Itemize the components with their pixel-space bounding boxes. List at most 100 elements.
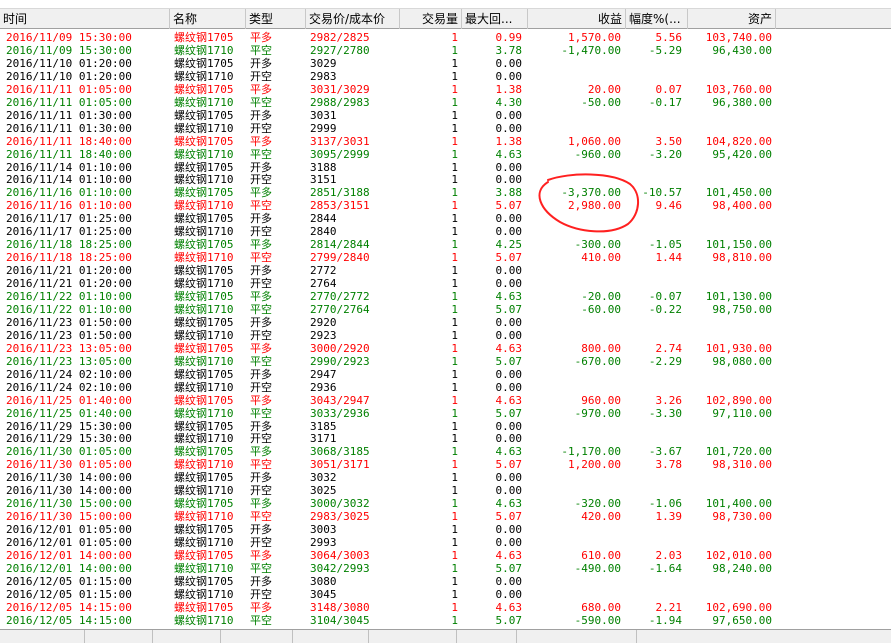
cell-type: 开空 xyxy=(250,277,272,291)
cell-pct xyxy=(626,316,682,329)
col-header-name[interactable]: 名称 xyxy=(170,9,246,29)
table-row[interactable]: 2016/11/16 01:10:00 螺纹钢1705 平多 2851/3188 1 3.… xyxy=(0,186,891,199)
table-row[interactable]: 2016/11/29 15:30:00 螺纹钢1710 开空 3171 1 0.00 xyxy=(0,432,891,445)
table-row[interactable]: 2016/11/23 01:50:00 螺纹钢1710 开空 2923 1 0.00 xyxy=(0,329,891,342)
table-row[interactable]: 2016/11/23 01:50:00 螺纹钢1705 开多 2920 1 0.00 xyxy=(0,316,891,329)
cell-asset xyxy=(688,471,772,484)
cell-asset: 102,690.00 xyxy=(705,600,772,614)
table-row[interactable]: 2016/11/23 13:05:00 螺纹钢1710 平空 2990/2923 1 5.… xyxy=(0,355,891,368)
cell-maxdd: 0.00 xyxy=(495,536,523,550)
table-row[interactable]: 2016/11/18 18:25:00 螺纹钢1710 平空 2799/2840 1 5.… xyxy=(0,251,891,264)
table-row[interactable]: 2016/11/09 15:30:00 螺纹钢1710 平空 2927/2780 1 3.… xyxy=(0,44,891,57)
table-row[interactable]: 2016/12/01 14:00:00 螺纹钢1705 平多 3064/3003 1 4.… xyxy=(0,549,891,562)
table-row[interactable]: 2016/12/01 01:05:00 螺纹钢1710 开空 2993 1 0.00 xyxy=(0,536,891,549)
table-row[interactable]: 2016/11/11 01:05:00 螺纹钢1705 平多 3031/3029 1 1.… xyxy=(0,83,891,96)
cell-price: 2799/2840 xyxy=(310,251,370,265)
table-row[interactable]: 2016/11/11 01:30:00 螺纹钢1705 开多 3031 1 0.00 xyxy=(0,109,891,122)
cell-pct: -0.22 xyxy=(648,302,682,316)
table-row[interactable]: 2016/11/22 01:10:00 螺纹钢1705 平多 2770/2772 1 4.… xyxy=(0,290,891,303)
table-row[interactable]: 2016/11/30 15:00:00 螺纹钢1705 平多 3000/3032 1 4.… xyxy=(0,497,891,510)
table-row[interactable]: 2016/11/11 01:05:00 螺纹钢1710 平空 2988/2983 1 4.… xyxy=(0,96,891,109)
cell-type: 平空 xyxy=(250,302,272,316)
table-row[interactable]: 2016/11/24 02:10:00 螺纹钢1705 开多 2947 1 0.00 xyxy=(0,368,891,381)
table-row[interactable]: 2016/11/11 01:30:00 螺纹钢1710 开空 2999 1 0.00 xyxy=(0,122,891,135)
table-row[interactable]: 2016/11/10 01:20:00 螺纹钢1705 开多 3029 1 0.00 xyxy=(0,57,891,70)
table-row[interactable]: 2016/12/05 01:15:00 螺纹钢1705 开多 3080 1 0.00 xyxy=(0,575,891,588)
cell-asset xyxy=(688,173,772,186)
table-row[interactable]: 2016/11/09 15:30:00 螺纹钢1705 平多 2982/2825 1 0.… xyxy=(0,31,891,44)
table-row[interactable]: 2016/11/10 01:20:00 螺纹钢1710 开空 2983 1 0.00 xyxy=(0,70,891,83)
table-row[interactable]: 2016/11/16 01:10:00 螺纹钢1710 平空 2853/3151 1 5.… xyxy=(0,199,891,212)
cell-type: 平多 xyxy=(250,31,272,44)
cell-price: 3064/3003 xyxy=(310,549,370,562)
table-row[interactable]: 2016/11/25 01:40:00 螺纹钢1710 平空 3033/2936 1 5.… xyxy=(0,407,891,420)
table-row[interactable]: 2016/11/25 01:40:00 螺纹钢1705 平多 3043/2947 1 4.… xyxy=(0,394,891,407)
col-header-asset[interactable]: 资产 xyxy=(688,9,776,29)
table-row[interactable]: 2016/11/30 14:00:00 螺纹钢1710 开空 3025 1 0.00 xyxy=(0,484,891,497)
cell-name: 螺纹钢1705 xyxy=(174,315,234,329)
cell-pct xyxy=(626,109,682,122)
table-row[interactable]: 2016/11/23 13:05:00 螺纹钢1705 平多 3000/2920 1 4.… xyxy=(0,342,891,355)
cell-time: 2016/11/14 01:10:00 xyxy=(6,173,132,187)
table-row[interactable]: 2016/12/01 01:05:00 螺纹钢1705 开多 3003 1 0.00 xyxy=(0,523,891,536)
cell-profit xyxy=(528,523,621,536)
cell-type: 平空 xyxy=(250,43,272,57)
table-row[interactable]: 2016/11/24 02:10:00 螺纹钢1710 开空 2936 1 0.00 xyxy=(0,381,891,394)
cell-pct xyxy=(626,264,682,277)
table-row[interactable]: 2016/11/21 01:20:00 螺纹钢1705 开多 2772 1 0.00 xyxy=(0,264,891,277)
table-row[interactable]: 2016/11/18 18:25:00 螺纹钢1705 平多 2814/2844 1 4.… xyxy=(0,238,891,251)
cell-time: 2016/11/11 01:05:00 xyxy=(6,82,132,96)
cell-price: 2853/3151 xyxy=(310,199,370,213)
cell-asset: 101,930.00 xyxy=(705,341,772,355)
cell-time: 2016/11/25 01:40:00 xyxy=(6,406,132,420)
cell-qty: 1 xyxy=(451,393,458,407)
table-row[interactable]: 2016/11/30 01:05:00 螺纹钢1710 平空 3051/3171 1 5.… xyxy=(0,458,891,471)
table-row[interactable]: 2016/12/05 01:15:00 螺纹钢1710 开空 3045 1 0.00 xyxy=(0,588,891,601)
table-row[interactable]: 2016/11/30 01:05:00 螺纹钢1705 平多 3068/3185 1 4.… xyxy=(0,445,891,458)
cell-price: 2840 xyxy=(310,225,337,239)
table-row[interactable]: 2016/11/17 01:25:00 螺纹钢1710 开空 2840 1 0.00 xyxy=(0,225,891,238)
column-header-row: 时间 名称 类型 交易价/成本价 交易量 最大回... 收益 幅度%(... 资… xyxy=(0,8,891,29)
table-row[interactable]: 2016/11/21 01:20:00 螺纹钢1710 开空 2764 1 0.00 xyxy=(0,277,891,290)
cell-qty: 1 xyxy=(451,497,458,511)
cell-name: 螺纹钢1705 xyxy=(174,497,234,511)
table-row[interactable]: 2016/12/05 14:15:00 螺纹钢1710 平空 3104/3045 1 5.… xyxy=(0,614,891,627)
cell-asset xyxy=(688,329,772,342)
horizontal-scrollbar[interactable] xyxy=(0,629,891,643)
col-header-percent[interactable]: 幅度%(... xyxy=(626,9,688,29)
col-header-qty[interactable]: 交易量 xyxy=(400,9,462,29)
table-row[interactable]: 2016/12/05 14:15:00 螺纹钢1705 平多 3148/3080 1 4.… xyxy=(0,601,891,614)
table-row[interactable]: 2016/11/14 01:10:00 螺纹钢1710 开空 3151 1 0.00 xyxy=(0,173,891,186)
cell-time: 2016/11/16 01:10:00 xyxy=(6,186,132,200)
cell-price: 3043/2947 xyxy=(310,393,370,407)
table-row[interactable]: 2016/11/17 01:25:00 螺纹钢1705 开多 2844 1 0.00 xyxy=(0,212,891,225)
cell-time: 2016/11/17 01:25:00 xyxy=(6,212,132,226)
table-row[interactable]: 2016/11/11 18:40:00 螺纹钢1710 平空 3095/2999 1 4.… xyxy=(0,148,891,161)
cell-price: 3025 xyxy=(310,484,337,498)
cell-asset: 104,820.00 xyxy=(705,134,772,148)
cell-asset: 97,110.00 xyxy=(712,406,772,420)
cell-time: 2016/11/10 01:20:00 xyxy=(6,69,132,83)
cell-price: 2851/3188 xyxy=(310,186,370,200)
cell-qty: 1 xyxy=(451,406,458,420)
col-header-max-drawdown[interactable]: 最大回... xyxy=(462,9,528,29)
cell-asset xyxy=(688,420,772,433)
table-row[interactable]: 2016/11/30 15:00:00 螺纹钢1710 平空 2983/3025 1 5.… xyxy=(0,510,891,523)
cell-profit: 2,980.00 xyxy=(568,199,621,213)
col-header-time[interactable]: 时间 xyxy=(0,9,170,29)
table-row[interactable]: 2016/12/01 14:00:00 螺纹钢1710 平空 3042/2993 1 5.… xyxy=(0,562,891,575)
cell-type: 开空 xyxy=(250,484,272,498)
col-header-profit[interactable]: 收益 xyxy=(528,9,626,29)
table-row[interactable]: 2016/11/14 01:10:00 螺纹钢1705 开多 3188 1 0.00 xyxy=(0,161,891,174)
table-row[interactable]: 2016/11/22 01:10:00 螺纹钢1710 平空 2770/2764 1 5.… xyxy=(0,303,891,316)
cell-time: 2016/11/11 01:05:00 xyxy=(6,95,132,109)
cell-pct: 2.74 xyxy=(655,341,683,355)
table-row[interactable]: 2016/11/29 15:30:00 螺纹钢1705 开多 3185 1 0.00 xyxy=(0,420,891,433)
cell-maxdd: 5.07 xyxy=(495,613,523,627)
table-row[interactable]: 2016/11/30 14:00:00 螺纹钢1705 开多 3032 1 0.00 xyxy=(0,471,891,484)
col-header-type[interactable]: 类型 xyxy=(246,9,306,29)
table-row[interactable]: 2016/11/11 18:40:00 螺纹钢1705 平多 3137/3031 1 1.… xyxy=(0,135,891,148)
col-header-price[interactable]: 交易价/成本价 xyxy=(306,9,400,29)
cell-qty: 1 xyxy=(451,277,458,291)
cell-qty: 1 xyxy=(451,367,458,381)
